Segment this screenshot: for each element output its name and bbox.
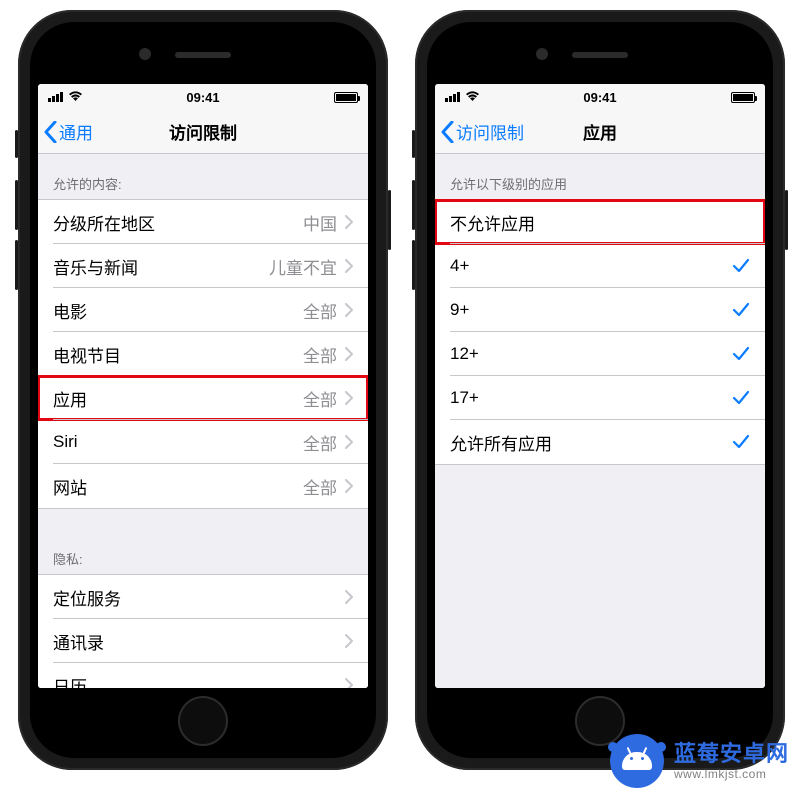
front-camera	[139, 48, 151, 60]
option-row[interactable]: 17+	[435, 376, 765, 420]
option-row[interactable]: 12+	[435, 332, 765, 376]
clock: 09:41	[583, 90, 616, 105]
row-label: 电视节目	[53, 342, 303, 367]
wifi-icon	[465, 90, 480, 104]
checkmark-icon	[732, 345, 750, 363]
settings-row[interactable]: 定位服务	[38, 575, 368, 619]
option-row[interactable]: 4+	[435, 244, 765, 288]
settings-row[interactable]: 通讯录	[38, 619, 368, 663]
row-label: 不允许应用	[450, 210, 750, 235]
speaker	[175, 52, 231, 58]
nav-back-label: 通用	[59, 119, 93, 144]
nav-back-label: 访问限制	[456, 119, 524, 144]
chevron-left-icon	[441, 121, 454, 143]
row-label: 应用	[53, 386, 303, 411]
screen-left: 09:41 通用 访问限制 允许的内容: 分级所在地区中国音乐与新闻儿童不宜电影…	[38, 84, 368, 688]
settings-row[interactable]: 电视节目全部	[38, 332, 368, 376]
nav-bar: 访问限制 应用	[435, 110, 765, 154]
section-header-content: 允许的内容:	[38, 154, 368, 199]
row-label: 17+	[450, 388, 732, 408]
content-group: 分级所在地区中国音乐与新闻儿童不宜电影全部电视节目全部应用全部Siri全部网站全…	[38, 199, 368, 509]
row-value: 全部	[303, 474, 337, 499]
row-value: 全部	[303, 386, 337, 411]
battery-icon	[731, 92, 755, 103]
settings-row[interactable]: 分级所在地区中国	[38, 200, 368, 244]
checkmark-icon	[732, 433, 750, 451]
settings-row[interactable]: 应用全部	[38, 376, 368, 420]
option-row[interactable]: 允许所有应用	[435, 420, 765, 464]
row-value: 儿童不宜	[269, 254, 337, 279]
row-label: 日历	[53, 673, 337, 689]
section-header-privacy: 隐私:	[38, 529, 368, 574]
checkmark-icon	[732, 257, 750, 275]
signal-icon	[445, 92, 460, 102]
chevron-right-icon	[345, 678, 353, 688]
privacy-group: 定位服务通讯录日历	[38, 574, 368, 688]
watermark-title: 蓝莓安卓网	[674, 741, 789, 767]
nav-back-button[interactable]: 通用	[38, 119, 93, 144]
chevron-left-icon	[44, 121, 57, 143]
row-label: 分级所在地区	[53, 210, 303, 235]
row-label: 定位服务	[53, 585, 337, 610]
home-button[interactable]	[178, 696, 228, 746]
speaker	[572, 52, 628, 58]
chevron-right-icon	[345, 347, 353, 361]
screen-right: 09:41 访问限制 应用 允许以下级别的应用 不允许应用 4+ 9+ 12+ 17+ 允…	[435, 84, 765, 688]
row-value: 中国	[303, 210, 337, 235]
row-value: 全部	[303, 342, 337, 367]
status-bar: 09:41	[435, 84, 765, 110]
row-label: 网站	[53, 474, 303, 499]
row-label: 电影	[53, 298, 303, 323]
settings-row[interactable]: Siri全部	[38, 420, 368, 464]
front-camera	[536, 48, 548, 60]
row-value: 全部	[303, 298, 337, 323]
settings-row[interactable]: 日历	[38, 663, 368, 688]
option-row[interactable]: 9+	[435, 288, 765, 332]
nav-bar: 通用 访问限制	[38, 110, 368, 154]
chevron-right-icon	[345, 590, 353, 604]
watermark: 蓝莓安卓网 www.lmkjst.com	[610, 734, 789, 788]
chevron-right-icon	[345, 634, 353, 648]
nav-title: 应用	[583, 119, 617, 144]
checkmark-icon	[732, 389, 750, 407]
status-bar: 09:41	[38, 84, 368, 110]
row-label: 通讯录	[53, 629, 337, 654]
wifi-icon	[68, 90, 83, 104]
chevron-right-icon	[345, 215, 353, 229]
nav-back-button[interactable]: 访问限制	[435, 119, 524, 144]
settings-row[interactable]: 电影全部	[38, 288, 368, 332]
option-row[interactable]: 不允许应用	[435, 200, 765, 244]
row-label: 4+	[450, 256, 732, 276]
chevron-right-icon	[345, 303, 353, 317]
watermark-url: www.lmkjst.com	[674, 767, 789, 781]
chevron-right-icon	[345, 479, 353, 493]
chevron-right-icon	[345, 435, 353, 449]
row-label: 允许所有应用	[450, 430, 732, 455]
battery-icon	[334, 92, 358, 103]
apps-group: 不允许应用 4+ 9+ 12+ 17+ 允许所有应用	[435, 199, 765, 465]
chevron-right-icon	[345, 391, 353, 405]
nav-title: 访问限制	[169, 119, 237, 144]
row-label: 9+	[450, 300, 732, 320]
clock: 09:41	[186, 90, 219, 105]
section-header-apps: 允许以下级别的应用	[435, 154, 765, 199]
settings-row[interactable]: 网站全部	[38, 464, 368, 508]
signal-icon	[48, 92, 63, 102]
phone-frame-right: 09:41 访问限制 应用 允许以下级别的应用 不允许应用 4+ 9+ 12+ 17+ 允…	[415, 10, 785, 770]
settings-row[interactable]: 音乐与新闻儿童不宜	[38, 244, 368, 288]
checkmark-icon	[732, 301, 750, 319]
phone-frame-left: 09:41 通用 访问限制 允许的内容: 分级所在地区中国音乐与新闻儿童不宜电影…	[18, 10, 388, 770]
chevron-right-icon	[345, 259, 353, 273]
row-label: 12+	[450, 344, 732, 364]
row-value: 全部	[303, 430, 337, 455]
row-label: Siri	[53, 432, 303, 452]
watermark-logo-icon	[610, 734, 664, 788]
row-label: 音乐与新闻	[53, 254, 269, 279]
